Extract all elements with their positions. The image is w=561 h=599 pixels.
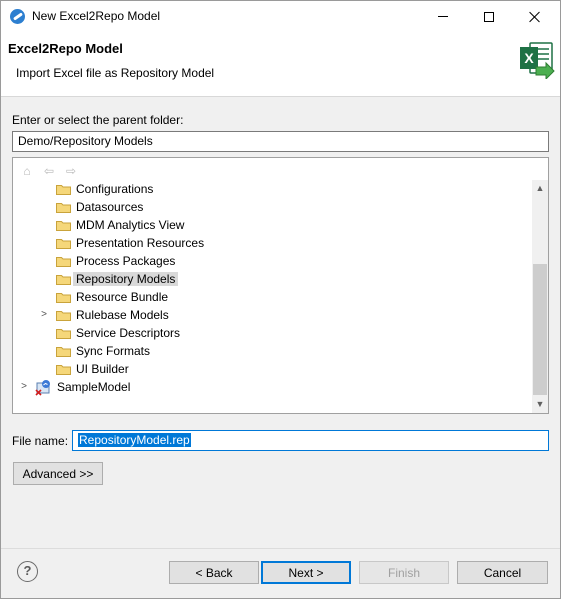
app-icon [10, 9, 25, 24]
minimize-button[interactable] [420, 1, 466, 32]
project-icon [35, 380, 50, 396]
wizard-window: New Excel2Repo Model Excel2Repo Model Im… [0, 0, 561, 599]
back-arrow-icon[interactable]: ⇦ [41, 164, 57, 178]
folder-icon [56, 347, 71, 357]
tree-item-label: SampleModel [57, 380, 131, 394]
scroll-down-icon[interactable]: ▼ [532, 396, 548, 413]
file-name-input[interactable]: RepositoryModel.rep [72, 430, 549, 451]
folder-icon [56, 311, 71, 321]
excel-import-icon: X [520, 42, 555, 79]
maximize-icon [484, 11, 494, 22]
forward-arrow-icon[interactable]: ⇨ [63, 164, 79, 178]
tree-item-configurations[interactable]: Configurations [13, 180, 531, 198]
home-icon[interactable]: ⌂ [19, 164, 35, 178]
wizard-banner: Excel2Repo Model Import Excel file as Re… [1, 32, 560, 97]
scroll-up-icon[interactable]: ▲ [532, 180, 548, 197]
tree-item-samplemodel[interactable]: > SampleModel [13, 378, 531, 396]
tree-item-ui-builder[interactable]: UI Builder [13, 360, 531, 378]
tree-scrollbar[interactable]: ▲ ▼ [532, 180, 548, 413]
file-name-label: File name: [12, 434, 69, 448]
tree-item-label: Service Descriptors [76, 326, 181, 340]
folder-icon [56, 329, 71, 339]
file-name-value: RepositoryModel.rep [78, 433, 191, 447]
tree-item-label: Repository Models [73, 272, 179, 286]
tree-item-process-packages[interactable]: Process Packages [13, 252, 531, 270]
svg-text:X: X [524, 50, 534, 66]
tree-item-label: Process Packages [76, 254, 176, 268]
tree-item-repository-models[interactable]: Repository Models [13, 270, 531, 288]
banner-title: Excel2Repo Model [8, 41, 123, 56]
tree-item-label: UI Builder [76, 362, 129, 376]
expand-chevron-icon[interactable]: > [38, 308, 50, 322]
cancel-button[interactable]: Cancel [457, 561, 548, 584]
tree-item-label: Configurations [76, 182, 154, 196]
folder-tree-panel: ⌂ ⇦ ⇨ Configurations Datasources MDM Ana… [12, 157, 549, 414]
footer-divider [1, 548, 560, 549]
expand-chevron-icon[interactable]: > [18, 380, 30, 394]
tree-item-label: Resource Bundle [76, 290, 169, 304]
folder-icon [56, 221, 71, 231]
folder-icon [56, 185, 71, 195]
parent-folder-input[interactable]: Demo/Repository Models [12, 131, 549, 152]
tree-nav-bar: ⌂ ⇦ ⇨ [19, 164, 79, 178]
next-button[interactable]: Next > [261, 561, 351, 584]
folder-icon [56, 275, 71, 285]
tree-item-label: Sync Formats [76, 344, 151, 358]
banner-subtitle: Import Excel file as Repository Model [16, 66, 215, 80]
window-title: New Excel2Repo Model [32, 9, 161, 23]
tree-item-label: Datasources [76, 200, 144, 214]
tree-item-sync-formats[interactable]: Sync Formats [13, 342, 531, 360]
minimize-icon [438, 16, 448, 17]
tree-item-resource-bundle[interactable]: Resource Bundle [13, 288, 531, 306]
tree-item-rulebase-models[interactable]: > Rulebase Models [13, 306, 531, 324]
finish-button[interactable]: Finish [359, 561, 449, 584]
folder-icon [56, 203, 71, 213]
folder-icon [56, 365, 71, 375]
tree-item-service-descriptors[interactable]: Service Descriptors [13, 324, 531, 342]
title-bar: New Excel2Repo Model [1, 1, 560, 32]
close-button[interactable] [512, 1, 558, 32]
advanced-button[interactable]: Advanced >> [13, 462, 103, 485]
tree-item-mdm-analytics-view[interactable]: MDM Analytics View [13, 216, 531, 234]
tree-item-presentation-resources[interactable]: Presentation Resources [13, 234, 531, 252]
scroll-thumb[interactable] [533, 264, 547, 395]
back-button[interactable]: < Back [169, 561, 259, 584]
close-icon [529, 11, 541, 23]
folder-icon [56, 293, 71, 303]
tree-item-datasources[interactable]: Datasources [13, 198, 531, 216]
help-icon[interactable]: ? [17, 561, 38, 582]
tree-item-label: MDM Analytics View [76, 218, 185, 232]
tree-item-label: Rulebase Models [76, 308, 169, 322]
maximize-button[interactable] [466, 1, 512, 32]
folder-tree: Configurations Datasources MDM Analytics… [13, 180, 531, 396]
parent-folder-label: Enter or select the parent folder: [12, 113, 184, 127]
folder-icon [56, 239, 71, 249]
tree-item-label: Presentation Resources [76, 236, 205, 250]
folder-icon [56, 257, 71, 267]
